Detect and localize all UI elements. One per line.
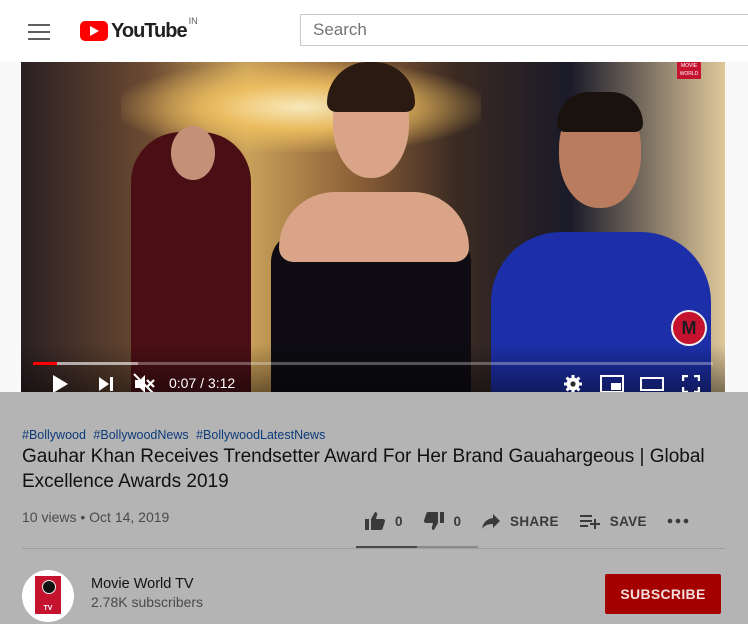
fullscreen-icon: [682, 375, 700, 393]
logo-text: YouTube: [111, 19, 188, 42]
time-display: 0:07 / 3:12: [169, 375, 236, 391]
divider: [22, 548, 725, 549]
youtube-play-icon: [80, 21, 108, 41]
subscribe-button[interactable]: SUBSCRIBE: [605, 574, 721, 614]
hashtag-link[interactable]: #BollywoodNews: [93, 428, 188, 442]
channel-name[interactable]: Movie World TV: [91, 576, 194, 592]
video-info-panel: #Bollywood #BollywoodNews #BollywoodLate…: [0, 392, 748, 624]
channel-watermark-icon[interactable]: [671, 310, 707, 346]
subscriber-count: 2.78K subscribers: [91, 594, 204, 610]
save-button[interactable]: SAVE: [579, 513, 647, 529]
channel-badge-top: MOVIE WORLD: [677, 62, 701, 79]
like-button[interactable]: 0: [364, 511, 403, 531]
video-player[interactable]: MOVIE WORLD 0:07 / 3:12: [21, 62, 725, 404]
more-horizontal-icon: [667, 518, 689, 524]
gear-icon: [564, 375, 582, 393]
country-code: IN: [188, 16, 198, 26]
share-button[interactable]: SHARE: [481, 513, 559, 529]
search-input[interactable]: [300, 14, 748, 46]
share-label: SHARE: [510, 513, 559, 529]
youtube-logo[interactable]: YouTube IN: [80, 16, 198, 44]
masthead: YouTube IN: [0, 0, 748, 62]
skip-next-icon: [99, 377, 113, 391]
menu-icon[interactable]: [28, 24, 50, 40]
sentiment-like-portion: [356, 546, 417, 548]
thumbs-down-icon: [423, 512, 444, 530]
video-title: Gauhar Khan Receives Trendsetter Award F…: [22, 446, 705, 492]
hashtag-list: #Bollywood #BollywoodNews #BollywoodLate…: [22, 428, 329, 442]
share-icon: [482, 514, 501, 529]
hashtag-link[interactable]: #BollywoodLatestNews: [196, 428, 325, 442]
thumbs-up-icon: [365, 512, 386, 530]
like-count: 0: [395, 513, 403, 529]
action-bar: 0 0 SHARE SAVE: [364, 508, 718, 534]
sentiment-bar: [356, 546, 478, 548]
playlist-add-icon: [579, 515, 600, 529]
hashtag-link[interactable]: #Bollywood: [22, 428, 86, 442]
view-count-date: 10 views • Oct 14, 2019: [22, 509, 170, 525]
progress-bar[interactable]: [33, 362, 713, 365]
play-icon: [53, 375, 68, 393]
miniplayer-icon: [600, 375, 624, 393]
dislike-button[interactable]: 0: [423, 511, 462, 531]
channel-avatar[interactable]: [22, 570, 74, 622]
dislike-count: 0: [453, 513, 462, 529]
save-label: SAVE: [609, 513, 647, 529]
theater-mode-icon: [640, 377, 664, 391]
progress-played: [33, 362, 58, 365]
more-actions-button[interactable]: [667, 518, 698, 524]
